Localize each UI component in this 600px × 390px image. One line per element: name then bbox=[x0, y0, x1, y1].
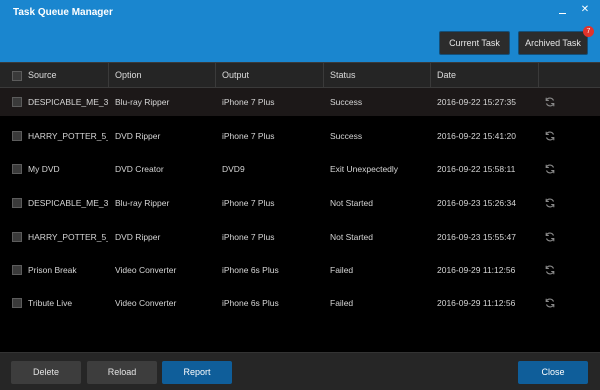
cell-output: iPhone 6s Plus bbox=[222, 265, 279, 275]
table-header: Source Option Output Status Date bbox=[0, 62, 600, 89]
cell-option: Video Converter bbox=[115, 298, 177, 308]
footer-bar: Delete Reload Report Close bbox=[0, 352, 600, 390]
cell-source: HARRY_POTTER_5_ bbox=[28, 232, 108, 242]
cell-date: 2016-09-22 15:27:35 bbox=[437, 97, 516, 107]
archived-task-button[interactable]: Archived Task bbox=[518, 31, 588, 55]
cell-option: DVD Ripper bbox=[115, 131, 161, 141]
refresh-icon[interactable] bbox=[544, 264, 556, 276]
refresh-icon[interactable] bbox=[544, 297, 556, 309]
cell-date: 2016-09-22 15:58:11 bbox=[437, 164, 516, 174]
cell-status: Failed bbox=[330, 298, 354, 308]
cell-option: Blu-ray Ripper bbox=[115, 198, 170, 208]
cell-source: My DVD bbox=[28, 164, 60, 174]
cell-option: DVD Ripper bbox=[115, 232, 161, 242]
cell-output: iPhone 7 Plus bbox=[222, 131, 275, 141]
cell-output: iPhone 7 Plus bbox=[222, 232, 275, 242]
close-button[interactable]: Close bbox=[518, 361, 588, 384]
task-table: Source Option Output Status Date DESPICA… bbox=[0, 62, 600, 352]
cell-source: HARRY_POTTER_5_ bbox=[28, 131, 108, 141]
archived-count-badge: 7 bbox=[583, 26, 594, 37]
refresh-icon[interactable] bbox=[544, 163, 556, 175]
title-bar: Task Queue Manager ✕ Current Task Archiv… bbox=[0, 0, 600, 62]
cell-option: Video Converter bbox=[115, 265, 177, 275]
cell-status: Not Started bbox=[330, 198, 373, 208]
column-header-actions bbox=[539, 63, 600, 89]
refresh-icon[interactable] bbox=[544, 96, 556, 108]
cell-date: 2016-09-29 11:12:56 bbox=[437, 265, 516, 275]
cell-source: DESPICABLE_ME_3D bbox=[28, 198, 108, 208]
cell-source: DESPICABLE_ME_3D bbox=[28, 97, 108, 107]
table-row[interactable]: HARRY_POTTER_5_ DVD Ripper iPhone 7 Plus… bbox=[0, 122, 600, 150]
minimize-icon[interactable] bbox=[556, 3, 570, 17]
reload-button[interactable]: Reload bbox=[87, 361, 157, 384]
cell-date: 2016-09-22 15:41:20 bbox=[437, 131, 516, 141]
table-row[interactable]: DESPICABLE_ME_3D Blu-ray Ripper iPhone 7… bbox=[0, 189, 600, 217]
cell-option: DVD Creator bbox=[115, 164, 164, 174]
table-row[interactable]: HARRY_POTTER_5_ DVD Ripper iPhone 7 Plus… bbox=[0, 223, 600, 251]
cell-source: Tribute Live bbox=[28, 298, 73, 308]
current-task-button[interactable]: Current Task bbox=[439, 31, 510, 55]
cell-output: iPhone 7 Plus bbox=[222, 198, 275, 208]
cell-status: Success bbox=[330, 131, 363, 141]
column-header-source[interactable]: Source bbox=[0, 63, 109, 89]
table-row[interactable]: DESPICABLE_ME_3D Blu-ray Ripper iPhone 7… bbox=[0, 88, 600, 116]
cell-source: Prison Break bbox=[28, 265, 77, 275]
column-header-status[interactable]: Status bbox=[324, 63, 431, 89]
cell-status: Success bbox=[330, 97, 363, 107]
column-header-date[interactable]: Date bbox=[431, 63, 539, 89]
cell-option: Blu-ray Ripper bbox=[115, 97, 170, 107]
refresh-icon[interactable] bbox=[544, 231, 556, 243]
report-button[interactable]: Report bbox=[162, 361, 232, 384]
refresh-icon[interactable] bbox=[544, 130, 556, 142]
cell-status: Not Started bbox=[330, 232, 373, 242]
table-row[interactable]: Prison Break Video Converter iPhone 6s P… bbox=[0, 256, 600, 284]
cell-output: iPhone 7 Plus bbox=[222, 97, 275, 107]
cell-date: 2016-09-23 15:26:34 bbox=[437, 198, 516, 208]
cell-status: Failed bbox=[330, 265, 354, 275]
table-row[interactable]: My DVD DVD Creator DVD9 Exit Unexpectedl… bbox=[0, 155, 600, 183]
table-row[interactable]: Tribute Live Video Converter iPhone 6s P… bbox=[0, 289, 600, 317]
column-header-output[interactable]: Output bbox=[216, 63, 324, 89]
refresh-icon[interactable] bbox=[544, 197, 556, 209]
cell-output: DVD9 bbox=[222, 164, 245, 174]
window-title: Task Queue Manager bbox=[13, 7, 113, 18]
delete-button[interactable]: Delete bbox=[11, 361, 81, 384]
cell-status: Exit Unexpectedly bbox=[330, 164, 399, 174]
cell-output: iPhone 6s Plus bbox=[222, 298, 279, 308]
cell-date: 2016-09-29 11:12:56 bbox=[437, 298, 516, 308]
close-icon[interactable]: ✕ bbox=[578, 3, 592, 17]
column-header-option[interactable]: Option bbox=[109, 63, 216, 89]
cell-date: 2016-09-23 15:55:47 bbox=[437, 232, 516, 242]
